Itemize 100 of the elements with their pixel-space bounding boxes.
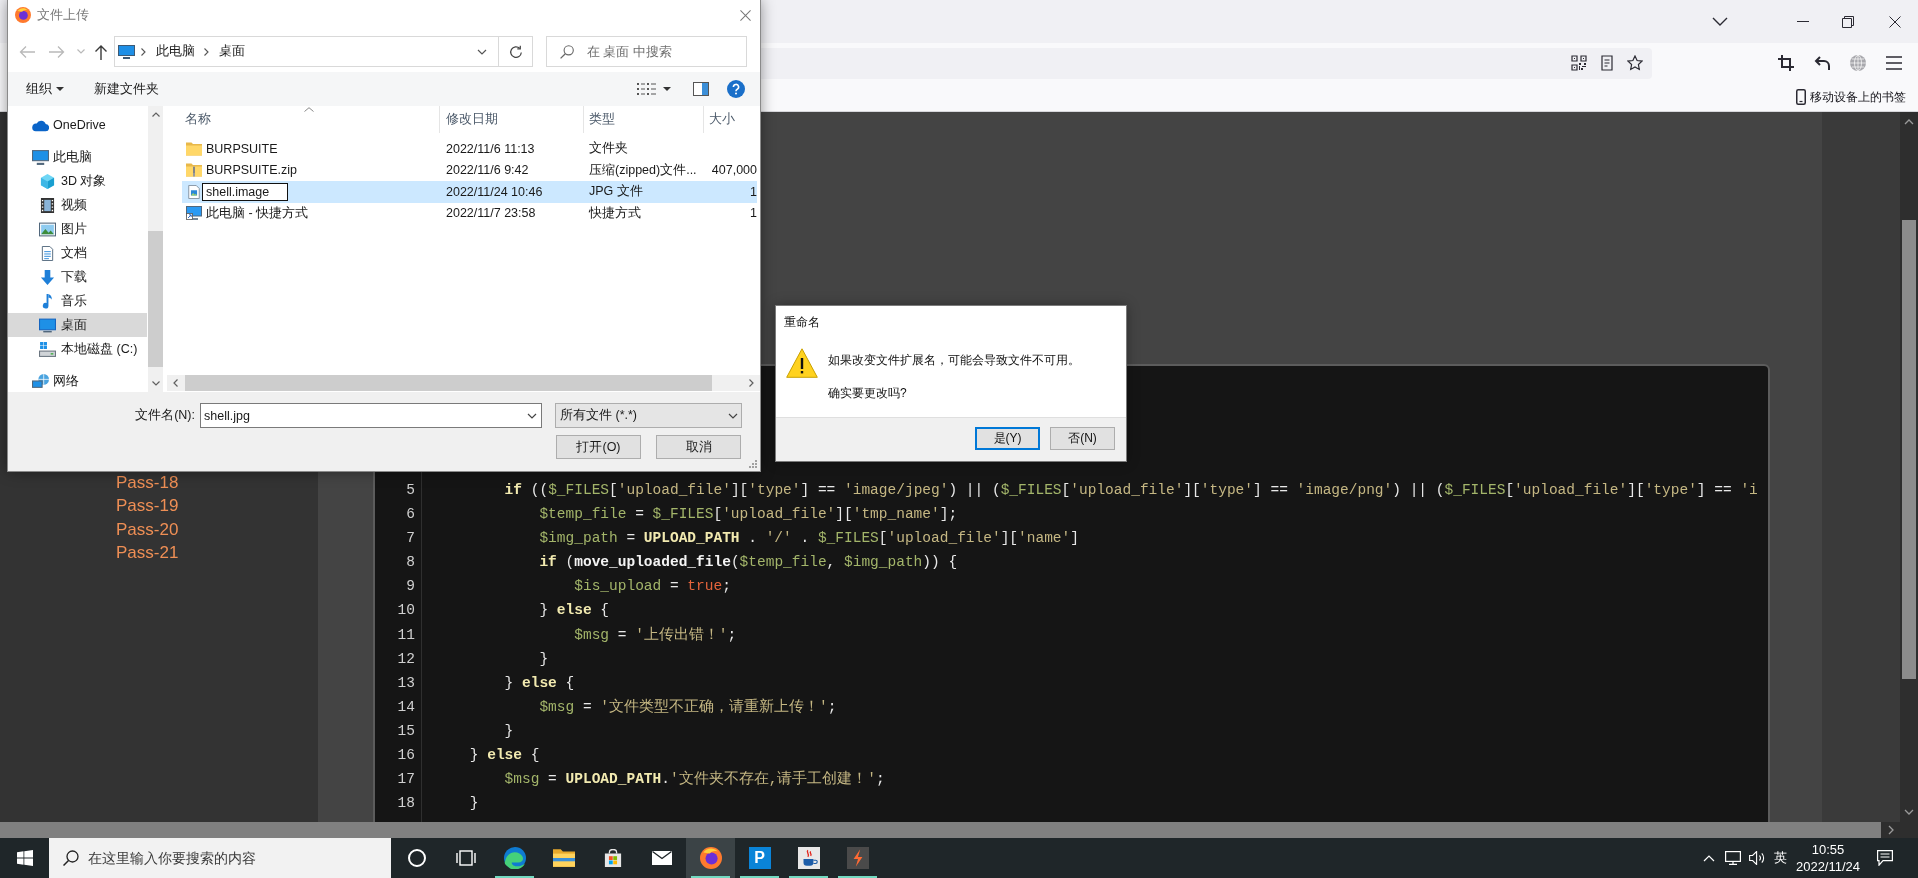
ring-icon <box>407 849 426 867</box>
file-row[interactable]: shell.image 2022/11/24 10:46 JPG 文件 1 <box>182 181 757 203</box>
chevron-down-icon[interactable] <box>151 381 160 386</box>
sidebar-link[interactable]: Pass-21 <box>116 541 179 565</box>
column-header[interactable]: 修改日期 <box>439 106 583 133</box>
details-view-icon[interactable] <box>636 81 656 97</box>
chevron-right-icon[interactable] <box>204 47 209 56</box>
address-bar[interactable]: 此电脑 桌面 <box>114 36 533 67</box>
nav-item[interactable]: 网络 <box>8 369 147 392</box>
code-line: } else { <box>503 674 575 691</box>
star-icon[interactable] <box>1627 55 1643 71</box>
input-method-indicator[interactable]: 英 <box>1774 849 1787 867</box>
menu-icon[interactable] <box>1886 55 1902 71</box>
speech-bubble-icon[interactable] <box>1877 850 1893 866</box>
scrollbar-thumb[interactable] <box>148 231 163 367</box>
file-row[interactable]: BURPSUITE 2022/11/6 11:13 文件夹 <box>182 138 757 160</box>
sidebar-link[interactable]: Pass-20 <box>116 517 179 542</box>
scrollbar-thumb[interactable] <box>185 375 712 391</box>
line-number: 17 <box>397 771 415 788</box>
restore-icon[interactable] <box>1842 15 1854 28</box>
clock-date[interactable]: 2022/11/24 <box>1795 858 1861 875</box>
rename-field[interactable]: shell.image <box>202 182 288 201</box>
monitor-icon <box>32 149 49 165</box>
file-row[interactable]: BURPSUITE.zip 2022/11/6 9:42 压缩(zipped)文件... 407,000 <box>182 159 757 181</box>
bookmark-folder[interactable]: 移动设备上的书签 <box>1796 88 1906 106</box>
dialog-button[interactable]: 取消 <box>656 435 741 459</box>
taskbar-button[interactable] <box>686 838 735 878</box>
folder-icon <box>186 141 202 156</box>
dialog-button[interactable]: 是(Y) <box>975 427 1040 450</box>
document-icon <box>39 245 56 261</box>
nav-item[interactable]: 本地磁盘 (C:) <box>8 337 147 361</box>
monitor-icon <box>39 317 56 333</box>
scrollbar-thumb[interactable] <box>1902 220 1916 679</box>
nav-item[interactable]: OneDrive <box>8 113 147 137</box>
breadcrumb-item[interactable]: 桌面 <box>219 43 248 60</box>
nav-item[interactable]: 下载 <box>8 265 147 289</box>
toolbar-button[interactable]: 新建文件夹 <box>86 76 167 102</box>
preview-pane-icon[interactable] <box>693 82 709 96</box>
nav-item[interactable]: 此电脑 <box>8 145 147 169</box>
phone-icon <box>1796 89 1806 105</box>
caret-down-icon[interactable] <box>663 87 671 91</box>
help-icon[interactable] <box>727 80 745 98</box>
line-number: 10 <box>397 602 415 619</box>
column-header[interactable]: 大小 <box>703 106 760 133</box>
chevron-right-icon[interactable] <box>749 379 754 387</box>
nav-item[interactable]: 视频 <box>8 193 147 217</box>
nav-item[interactable]: 文档 <box>8 241 147 265</box>
code-line: $is_upload = true; <box>573 578 731 595</box>
column-header[interactable]: 类型 <box>583 106 703 133</box>
line-number: 9 <box>406 578 415 595</box>
qr-code-icon[interactable] <box>1571 55 1587 71</box>
chevron-left-icon[interactable] <box>173 379 178 387</box>
warning-message: 如果改变文件扩展名，可能会导致文件不可用。 <box>828 353 1080 367</box>
chevron-down-icon[interactable] <box>1712 17 1728 26</box>
caret-down-icon[interactable] <box>527 412 537 419</box>
crop-icon[interactable] <box>1778 55 1794 71</box>
chevron-right-icon[interactable] <box>1887 825 1894 835</box>
caret-down-icon[interactable] <box>477 48 487 55</box>
dialog-button[interactable]: 打开(O) <box>556 435 641 459</box>
column-header[interactable]: 名称 <box>177 106 439 133</box>
search-field[interactable]: 在这里输入你要搜索的内容 <box>49 838 391 878</box>
dialog-button[interactable]: 否(N) <box>1050 427 1115 450</box>
nav-item[interactable]: 桌面 <box>8 313 147 337</box>
up-arrow-icon[interactable] <box>94 43 108 60</box>
clock-time[interactable]: 10:55 <box>1811 841 1845 858</box>
film-strip-icon <box>39 197 56 213</box>
line-number: 16 <box>397 747 415 764</box>
nav-item[interactable]: 图片 <box>8 217 147 241</box>
monitor-icon[interactable] <box>1725 851 1741 865</box>
search-icon <box>63 850 79 866</box>
code-line: $msg = UPLOAD_PATH.'文件夹不存在,请手工创建！'; <box>503 771 885 788</box>
refresh-icon[interactable] <box>508 44 523 59</box>
file-name: 此电脑 - 快捷方式 <box>206 204 309 222</box>
code-line: $img_path = UPLOAD_PATH . '/' . $_FILES['upload_file']['name'] <box>538 530 1079 547</box>
chevron-right-icon[interactable] <box>141 47 146 56</box>
undo-arrow-icon[interactable] <box>1814 55 1830 71</box>
speaker-icon[interactable] <box>1749 851 1765 865</box>
search-icon <box>560 44 574 59</box>
nav-item[interactable]: 音乐 <box>8 289 147 313</box>
code-line: } <box>468 795 479 812</box>
code-line: $msg = '上传出错！'; <box>573 626 737 643</box>
sidebar-link[interactable]: Pass-19 <box>116 494 179 518</box>
network-icon <box>32 373 49 389</box>
close-icon[interactable] <box>1889 15 1901 28</box>
start-icon[interactable] <box>16 850 33 866</box>
shortcut-icon <box>186 206 202 221</box>
search-field[interactable]: 在 桌面 中搜索 <box>546 36 747 67</box>
image-file-icon <box>186 184 202 199</box>
filename-field[interactable]: shell.jpg <box>200 403 542 428</box>
resize-grip-icon[interactable] <box>749 460 757 468</box>
file-row[interactable]: 此电脑 - 快捷方式 2022/11/7 23:58 快捷方式 1 <box>182 202 757 224</box>
breadcrumb-item[interactable]: 此电脑 <box>156 43 198 60</box>
file-type-dropdown[interactable]: 所有文件 (*.*) <box>555 403 742 428</box>
reader-view-icon[interactable] <box>1599 55 1615 71</box>
sidebar-link[interactable]: Pass-18 <box>116 471 179 495</box>
nav-item[interactable]: 3D 对象 <box>8 169 147 193</box>
toolbar-button[interactable]: 组织 <box>18 76 72 102</box>
scrollbar-track[interactable] <box>1900 112 1918 822</box>
warning-icon <box>786 348 818 378</box>
taskbar-button[interactable]: P <box>735 838 784 878</box>
